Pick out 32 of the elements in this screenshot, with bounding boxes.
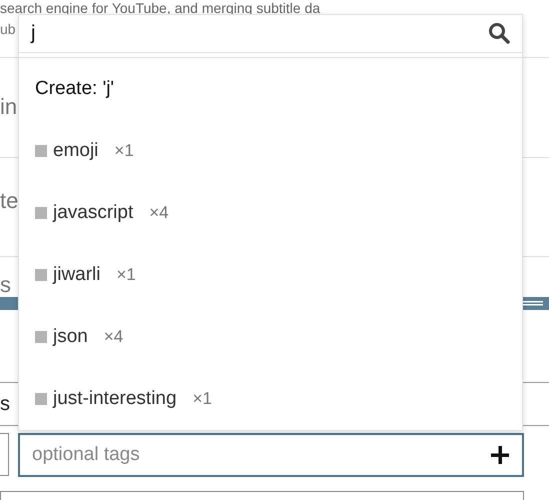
tag-name: javascript bbox=[53, 200, 134, 225]
search-field[interactable]: j bbox=[31, 18, 36, 48]
side-box bbox=[0, 433, 9, 476]
row-text: s bbox=[0, 273, 11, 297]
tag-icon bbox=[35, 145, 47, 157]
tag-count: ×1 bbox=[114, 140, 134, 162]
tag-count: ×1 bbox=[116, 264, 136, 286]
tag-option[interactable]: emoji ×1 bbox=[19, 120, 522, 182]
tag-icon bbox=[35, 331, 47, 343]
row-text: s bbox=[0, 392, 10, 417]
tag-icon bbox=[35, 269, 47, 281]
tag-icon bbox=[35, 393, 47, 405]
search-icon[interactable] bbox=[488, 22, 510, 44]
tag-count: ×1 bbox=[192, 388, 212, 410]
tag-option[interactable]: jiwarli ×1 bbox=[19, 244, 522, 306]
tag-count: ×4 bbox=[149, 202, 169, 224]
drag-handle-icon[interactable] bbox=[523, 301, 543, 306]
tag-input[interactable]: optional tags bbox=[18, 433, 524, 477]
tag-icon bbox=[35, 207, 47, 219]
row-text: te bbox=[0, 188, 18, 213]
tag-option[interactable]: just-interesting ×1 bbox=[19, 368, 522, 430]
tag-option[interactable]: json ×4 bbox=[19, 306, 522, 368]
create-option[interactable]: Create: 'j' bbox=[35, 74, 114, 104]
tag-name: json bbox=[53, 324, 88, 349]
tag-name: jiwarli bbox=[53, 262, 100, 287]
plus-icon[interactable] bbox=[490, 445, 510, 465]
tag-count: ×4 bbox=[104, 326, 124, 348]
tag-name: emoji bbox=[53, 138, 98, 163]
subheader-text: ub bbox=[0, 21, 16, 37]
tag-name: just-interesting bbox=[53, 386, 177, 411]
row-text: in bbox=[0, 94, 18, 119]
tag-option[interactable]: javascript ×4 bbox=[19, 182, 522, 244]
